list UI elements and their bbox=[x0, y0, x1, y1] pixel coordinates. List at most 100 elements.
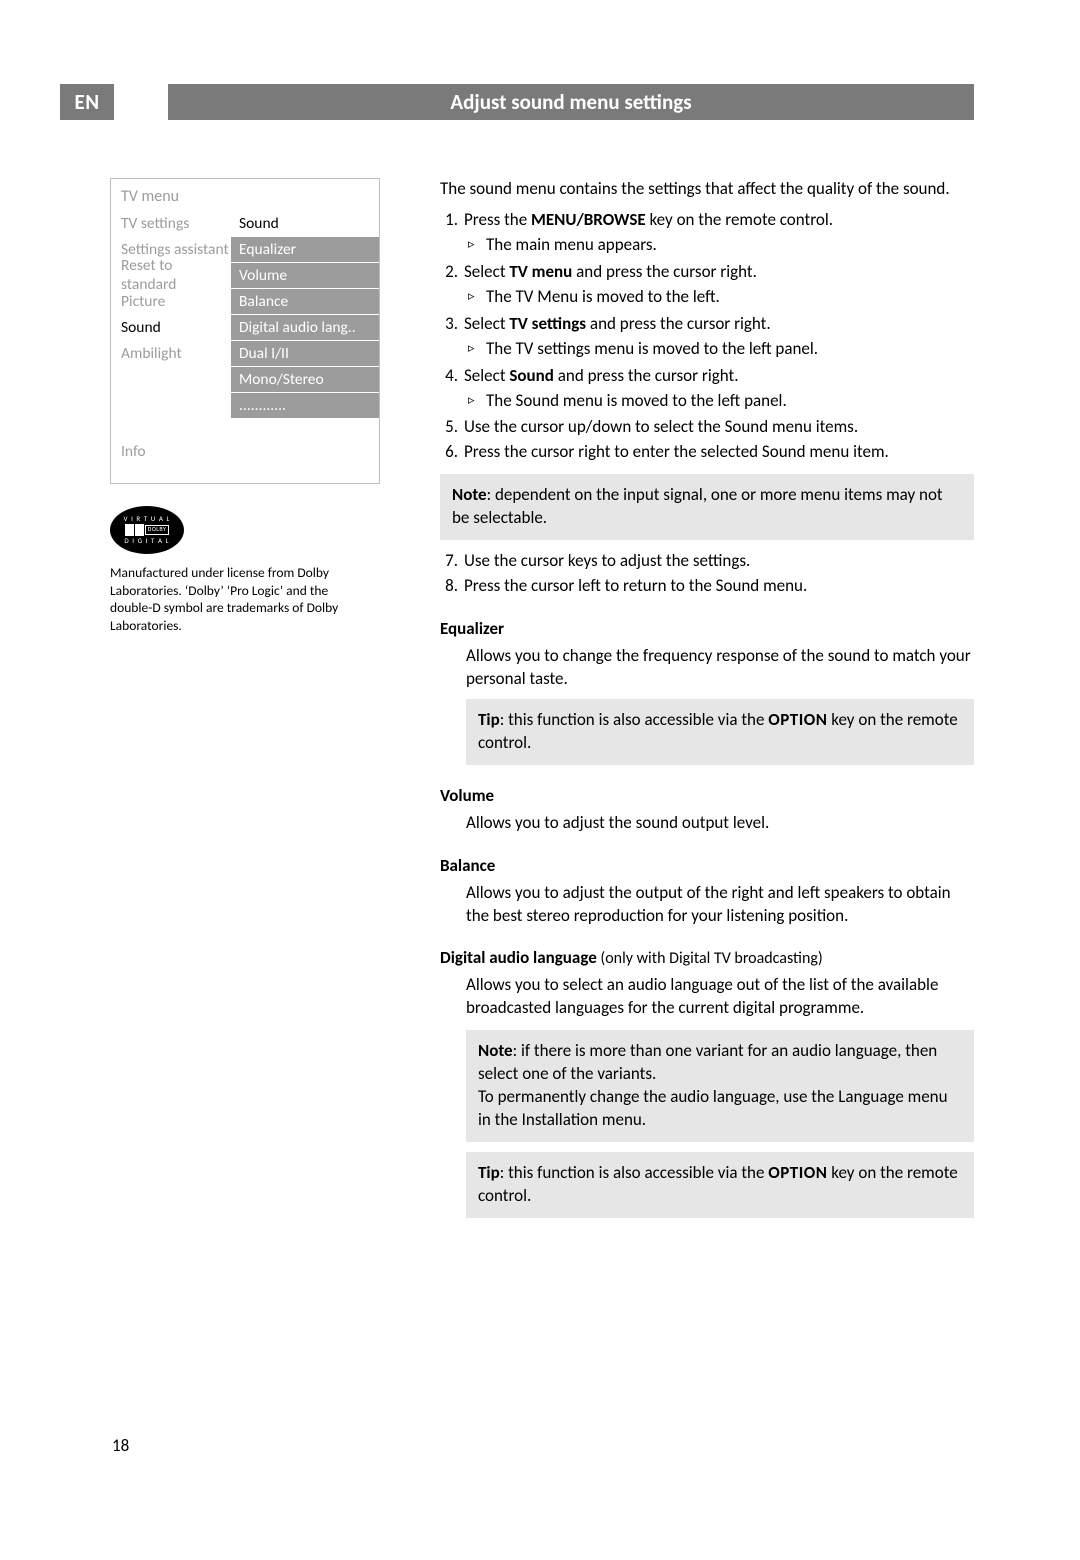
triangle-right-icon: ▹ bbox=[464, 390, 486, 412]
triangle-right-icon: ▹ bbox=[464, 338, 486, 360]
step-number: 1. bbox=[440, 209, 464, 259]
intro-paragraph: The sound menu contains the settings tha… bbox=[440, 178, 974, 201]
step-body: Press the cursor right to enter the sele… bbox=[464, 441, 974, 464]
step-number: 5. bbox=[440, 416, 464, 439]
dal-note-text: : if there is more than one variant for … bbox=[478, 1040, 937, 1084]
tv-menu-right-item: Dual I/II bbox=[231, 340, 379, 366]
tv-menu-left-item: Reset to standard bbox=[111, 262, 231, 288]
tv-menu-left-item: Ambilight bbox=[111, 340, 231, 366]
dolby-logo-top: V I R T U A L bbox=[124, 515, 171, 523]
dolby-wordmark: DOLBY bbox=[145, 525, 170, 534]
step-body: Press the cursor left to return to the S… bbox=[464, 575, 974, 598]
step-sub-text: The TV Menu is moved to the left. bbox=[486, 286, 974, 309]
dal-note-line2: To permanently change the audio language… bbox=[478, 1086, 962, 1132]
step-bold: TV menu bbox=[509, 261, 572, 282]
tv-menu-title: TV menu bbox=[111, 179, 379, 210]
note-label: Note bbox=[478, 1040, 513, 1061]
tv-menu-box: TV menu TV settings Settings assistant R… bbox=[110, 178, 380, 484]
dolby-logo-bottom: D I G I T A L bbox=[124, 537, 169, 545]
section-heading-balance: Balance bbox=[440, 855, 974, 878]
tv-menu-left-item: TV settings bbox=[111, 210, 231, 236]
section-body-dal: Allows you to select an audio language o… bbox=[440, 974, 974, 1218]
dolby-logo-icon: V I R T U A L DOLBY D I G I T A L bbox=[110, 506, 184, 554]
step-bold: TV settings bbox=[509, 313, 586, 334]
tv-menu-right-col: Sound Equalizer Volume Balance Digital a… bbox=[231, 210, 379, 418]
section-heading-volume: Volume bbox=[440, 785, 974, 808]
step-number: 8. bbox=[440, 575, 464, 598]
equalizer-paragraph: Allows you to change the frequency respo… bbox=[466, 645, 974, 691]
step-number: 6. bbox=[440, 441, 464, 464]
option-key: OPTION bbox=[768, 1162, 827, 1183]
step-body: Press the MENU/BROWSE key on the remote … bbox=[464, 209, 974, 259]
step-item: 4.Select Sound and press the cursor righ… bbox=[440, 365, 974, 415]
step-item: 8.Press the cursor left to return to the… bbox=[440, 575, 974, 598]
dal-heading-text: Digital audio language bbox=[440, 947, 597, 968]
option-key: OPTION bbox=[768, 709, 827, 730]
triangle-right-icon: ▹ bbox=[464, 286, 486, 308]
left-column: TV menu TV settings Settings assistant R… bbox=[110, 178, 380, 1222]
tip-pre: : this function is also accessible via t… bbox=[500, 709, 769, 730]
tv-menu-right-item: Digital audio lang.. bbox=[231, 314, 379, 340]
section-body-volume: Allows you to adjust the sound output le… bbox=[440, 812, 974, 835]
volume-paragraph: Allows you to adjust the sound output le… bbox=[466, 812, 974, 835]
tv-menu-grid: TV settings Settings assistant Reset to … bbox=[111, 210, 379, 418]
dolby-d-left-icon bbox=[125, 524, 134, 536]
step-item: 2.Select TV menu and press the cursor ri… bbox=[440, 261, 974, 311]
tv-menu-right-item: Volume bbox=[231, 262, 379, 288]
tv-menu-right-header: Sound bbox=[231, 210, 379, 236]
tv-menu-right-item: Balance bbox=[231, 288, 379, 314]
page-number: 18 bbox=[112, 1435, 129, 1456]
dolby-block: V I R T U A L DOLBY D I G I T A L Manufa… bbox=[110, 506, 380, 634]
step-sub-text: The TV settings menu is moved to the lef… bbox=[486, 338, 974, 361]
dal-paragraph: Allows you to select an audio language o… bbox=[466, 974, 974, 1020]
step-body: Use the cursor up/down to select the Sou… bbox=[464, 416, 974, 439]
step-body: Select Sound and press the cursor right.… bbox=[464, 365, 974, 415]
step-number: 4. bbox=[440, 365, 464, 415]
page-header: EN Adjust sound menu settings bbox=[60, 84, 974, 120]
step-sub-text: The Sound menu is moved to the left pane… bbox=[486, 390, 974, 413]
step-item: 1.Press the MENU/BROWSE key on the remot… bbox=[440, 209, 974, 259]
note-box: Note: dependent on the input signal, one… bbox=[440, 474, 974, 540]
tv-menu-right-item: Mono/Stereo bbox=[231, 366, 379, 392]
step-bold: Sound bbox=[509, 365, 554, 386]
steps-list-2: 7.Use the cursor keys to adjust the sett… bbox=[440, 550, 974, 598]
tv-menu-right-item: Equalizer bbox=[231, 236, 379, 262]
step-bold: MENU/BROWSE bbox=[531, 209, 646, 230]
note-label: Note bbox=[452, 484, 487, 505]
step-body: Use the cursor keys to adjust the settin… bbox=[464, 550, 974, 573]
page: EN Adjust sound menu settings TV menu TV… bbox=[0, 0, 1080, 1560]
right-column: The sound menu contains the settings tha… bbox=[440, 178, 974, 1222]
step-sub: ▹The Sound menu is moved to the left pan… bbox=[464, 390, 974, 413]
steps-list-1: 1.Press the MENU/BROWSE key on the remot… bbox=[440, 209, 974, 464]
page-body: TV menu TV settings Settings assistant R… bbox=[60, 178, 974, 1222]
tip-pre: : this function is also accessible via t… bbox=[500, 1162, 769, 1183]
step-sub-text: The main menu appears. bbox=[486, 234, 974, 257]
step-number: 3. bbox=[440, 313, 464, 363]
note-box-dal: Note: if there is more than one variant … bbox=[466, 1030, 974, 1142]
step-number: 2. bbox=[440, 261, 464, 311]
step-number: 7. bbox=[440, 550, 464, 573]
step-sub: ▹The main menu appears. bbox=[464, 234, 974, 257]
step-item: 5.Use the cursor up/down to select the S… bbox=[440, 416, 974, 439]
tv-menu-left-col: TV settings Settings assistant Reset to … bbox=[111, 210, 231, 418]
page-title: Adjust sound menu settings bbox=[168, 84, 974, 120]
tv-menu-left-item-selected: Sound bbox=[111, 314, 231, 340]
tip-box-equalizer: Tip: this function is also accessible vi… bbox=[466, 699, 974, 765]
dal-paren: (only with Digital TV broadcasting) bbox=[597, 949, 823, 968]
note-text: : dependent on the input signal, one or … bbox=[452, 484, 943, 528]
dolby-d-right-icon bbox=[135, 524, 144, 536]
section-body-equalizer: Allows you to change the frequency respo… bbox=[440, 645, 974, 765]
balance-paragraph: Allows you to adjust the output of the r… bbox=[466, 882, 974, 928]
tv-menu-right-item: ............ bbox=[231, 392, 379, 418]
language-tag: EN bbox=[60, 84, 114, 120]
section-heading-dal: Digital audio language (only with Digita… bbox=[440, 947, 974, 970]
step-body: Select TV settings and press the cursor … bbox=[464, 313, 974, 363]
dolby-dd-row: DOLBY bbox=[125, 524, 170, 536]
dal-note-line1: Note: if there is more than one variant … bbox=[478, 1040, 962, 1086]
tip-box-dal: Tip: this function is also accessible vi… bbox=[466, 1152, 974, 1218]
dolby-caption: Manufactured under license from Dolby La… bbox=[110, 564, 360, 634]
step-item: 7.Use the cursor keys to adjust the sett… bbox=[440, 550, 974, 573]
section-body-balance: Allows you to adjust the output of the r… bbox=[440, 882, 974, 928]
step-sub: ▹The TV settings menu is moved to the le… bbox=[464, 338, 974, 361]
header-gap bbox=[114, 84, 168, 120]
